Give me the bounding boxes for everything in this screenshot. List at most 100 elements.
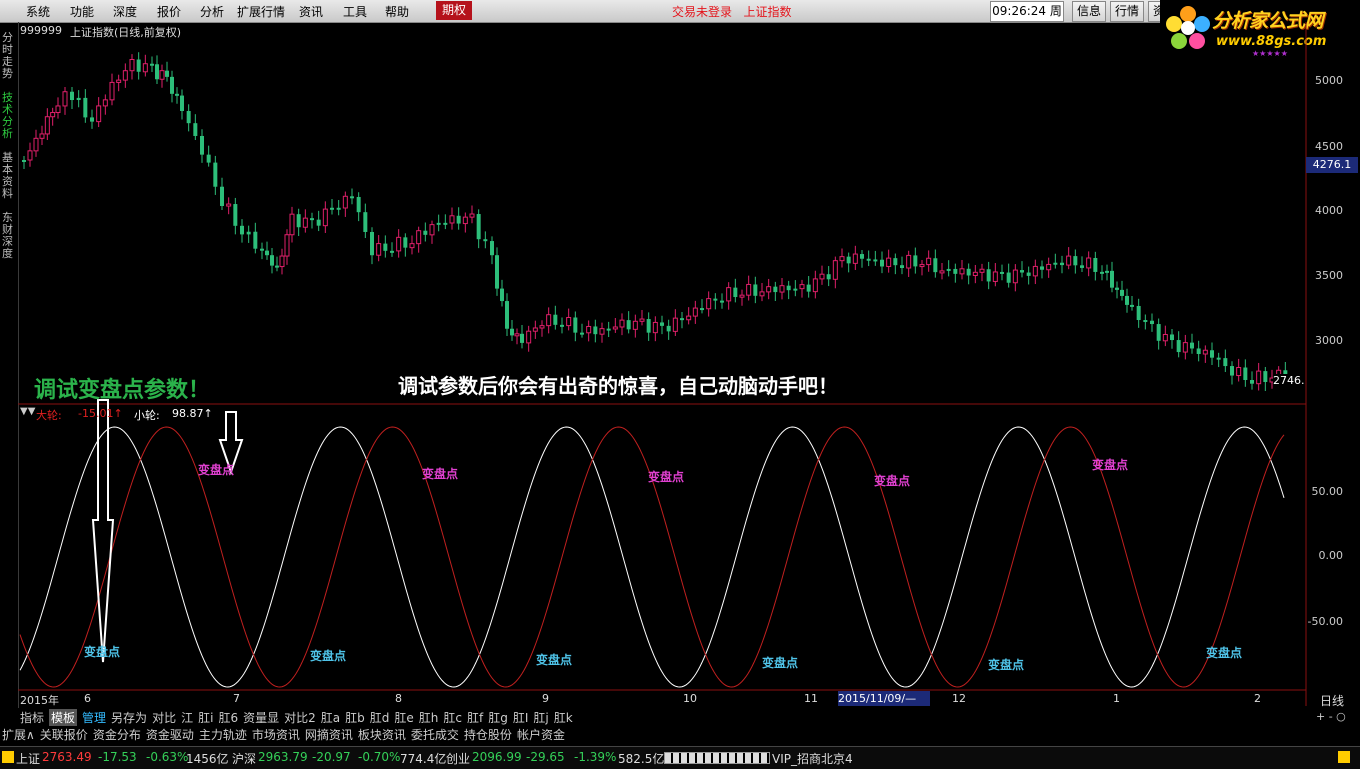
candle-body (1086, 257, 1092, 269)
candle-body (39, 133, 45, 139)
tab-item[interactable]: 肛i (198, 709, 213, 726)
tab-item[interactable]: 资量显 (243, 709, 279, 726)
candle-body (370, 231, 374, 256)
candle-body (1216, 357, 1221, 360)
tab-item[interactable]: 肛a (321, 709, 340, 726)
tab-item[interactable]: 肛k (554, 709, 573, 726)
tab-item[interactable]: 持仓股份 (464, 726, 512, 743)
x-label: 1 (1113, 692, 1120, 705)
tab-item[interactable]: 扩展∧ (2, 726, 35, 743)
tab-item[interactable]: 网摘资讯 (305, 726, 353, 743)
tab-item[interactable]: 关联报价 (40, 726, 88, 743)
last-price-label: 2746. (1273, 374, 1305, 387)
indicator-menu-icon[interactable]: ▼▼ (20, 406, 35, 417)
candle-body (330, 207, 334, 210)
candle-body (505, 301, 509, 329)
tab-item[interactable]: 指标 (20, 709, 44, 726)
tab-item[interactable]: 板块资讯 (358, 726, 406, 743)
tab-item[interactable]: 另存为 (111, 709, 147, 726)
server-name[interactable]: VIP_招商北京4 (772, 750, 853, 767)
candle-body (806, 284, 811, 292)
hs-label[interactable]: 沪深 (232, 750, 256, 767)
candle-body (526, 330, 532, 344)
candle-body (102, 99, 108, 107)
down-arrow-icon (91, 399, 115, 663)
candle-body (240, 225, 244, 235)
candle-body (672, 317, 678, 332)
candle-body (186, 111, 191, 124)
tab-item[interactable]: 模板 (49, 709, 78, 726)
tab-item[interactable]: 肛d (370, 709, 390, 726)
candle-body (966, 268, 971, 276)
candle-body (1000, 271, 1004, 274)
tab-item[interactable]: 肛6 (218, 709, 238, 726)
candle-body (819, 273, 825, 280)
price-tick: 5000 (1315, 74, 1343, 87)
cy-label[interactable]: 创业 (446, 750, 470, 767)
price-tick: 4000 (1315, 204, 1343, 217)
candle-body (826, 274, 831, 280)
tab-item[interactable]: 市场资讯 (252, 726, 300, 743)
candle-body (1190, 342, 1194, 349)
indicator-small-value: 98.87↑ (172, 407, 213, 420)
period-label[interactable]: 日线 (1320, 692, 1344, 709)
tab-item[interactable]: 肛j (533, 709, 548, 726)
sh-label[interactable]: 上证 (16, 750, 40, 767)
tab-item[interactable]: 肛h (419, 709, 439, 726)
candle-body (832, 260, 838, 280)
tab-item[interactable]: 对比 (152, 709, 176, 726)
candle-body (22, 160, 26, 162)
candle-body (553, 314, 558, 325)
candle-body (926, 257, 932, 266)
candle-body (1176, 340, 1181, 353)
candle-body (972, 271, 978, 276)
candle-body (436, 222, 441, 225)
zoom-control[interactable]: + - ○ (1316, 710, 1346, 723)
tab-item[interactable]: 肛g (488, 709, 508, 726)
tab-item[interactable]: 资金驱动 (146, 726, 194, 743)
x-label: 9 (542, 692, 549, 705)
tab-item[interactable]: 肛b (345, 709, 365, 726)
candle-body (129, 59, 135, 72)
candle-body (753, 284, 758, 296)
candle-body (1156, 324, 1161, 341)
candle-body (1263, 371, 1268, 382)
candle-body (142, 63, 148, 73)
x-label: 10 (683, 692, 697, 705)
candle-body (1012, 269, 1018, 284)
tab-item[interactable]: 主力轨迹 (199, 726, 247, 743)
candle-body (586, 325, 592, 334)
candle-body (939, 270, 945, 274)
candle-body (55, 105, 61, 114)
tab-item[interactable]: 资金分布 (93, 726, 141, 743)
tab-item[interactable]: 管理 (82, 709, 106, 726)
x-label: 2 (1254, 692, 1261, 705)
candle-body (1020, 270, 1024, 273)
candle-body (296, 214, 301, 228)
tab-item[interactable]: 肛e (394, 709, 413, 726)
candle-body (1046, 263, 1052, 271)
candle-body (376, 243, 382, 256)
tab-item[interactable]: 肛f (467, 709, 483, 726)
candle-body (226, 203, 232, 207)
candle-body (639, 318, 645, 322)
turn-point-label: 变盘点 (762, 656, 799, 670)
candle-body (1130, 304, 1134, 307)
price-tick: 4500 (1315, 140, 1343, 153)
candle-body (532, 327, 538, 332)
tab-item[interactable]: 肛I (513, 709, 529, 726)
tab-item[interactable]: 对比2 (284, 709, 316, 726)
candle-body (886, 257, 892, 267)
tab-item[interactable]: 帐户资金 (517, 726, 565, 743)
candle-body (260, 248, 264, 251)
candle-body (1040, 266, 1044, 270)
tab-item[interactable]: 肛c (443, 709, 462, 726)
alert-icon[interactable] (1338, 751, 1350, 763)
candle-body (403, 237, 408, 248)
candle-body (233, 204, 238, 226)
candle-body (1236, 367, 1242, 377)
candle-body (514, 333, 520, 337)
candle-body (860, 254, 864, 259)
tab-item[interactable]: 江 (181, 709, 193, 726)
tab-item[interactable]: 委托成交 (411, 726, 459, 743)
